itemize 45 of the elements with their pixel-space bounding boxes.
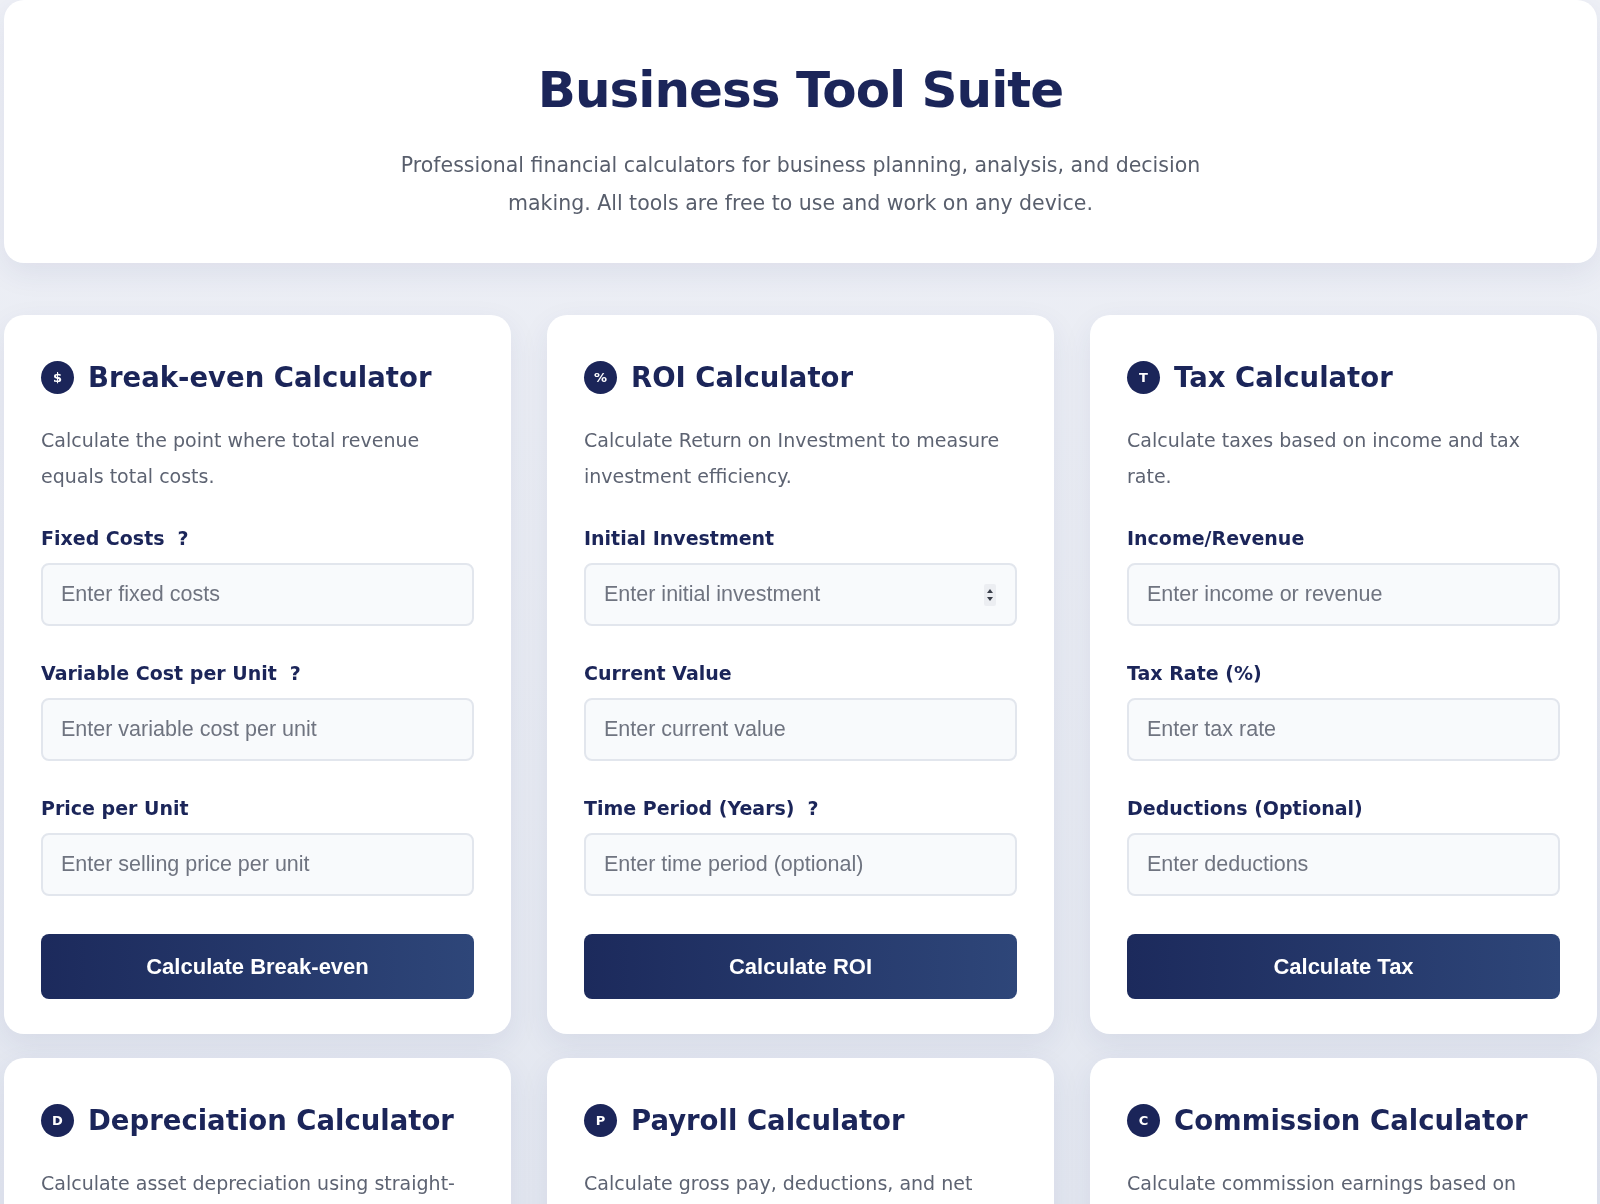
page-subtitle: Professional financial calculators for business planning, analysis, and decision making. All tools are free to use and work on any device. [399,152,1202,217]
input-field[interactable]: Enter current value [584,698,1017,761]
input-field[interactable]: Enter initial investment [584,563,1017,626]
calculate-button[interactable]: Calculate Tax [1127,934,1560,999]
symbol-badge: % [584,360,617,394]
field-label: Tax Rate (%) [1127,661,1262,685]
card-description: Calculate taxes based on income and tax rate. [1127,428,1521,489]
symbol-badge: D [41,1103,74,1137]
card-title: Break-even Calculator [88,360,432,395]
field-label: Current Value [584,661,732,685]
input-field[interactable]: Enter time period (optional) [584,833,1017,896]
field-label: Time Period (Years) [584,796,795,820]
field-label: Variable Cost per Unit [41,661,277,685]
card-description: Calculate the point where total revenue equals total costs. [41,428,421,489]
symbol-badge: $ [41,360,74,394]
symbol-badge: P [584,1103,617,1137]
help-mark[interactable]: ? [177,526,189,550]
card-title: Depreciation Calculator [88,1103,454,1138]
card-description: Calculate Return on Investment to measure investment efficiency. [584,428,1001,489]
card-description: Calculate asset depreciation using straight- [41,1171,456,1196]
card-title: Tax Calculator [1174,360,1393,395]
field-label: Fixed Costs [41,526,165,550]
card-title: Commission Calculator [1174,1103,1528,1138]
help-mark[interactable]: ? [289,661,301,685]
calculate-button[interactable]: Calculate Break-even [41,934,474,999]
field-label: Initial Investment [584,526,775,550]
calculate-button[interactable]: Calculate ROI [584,934,1017,999]
input-field[interactable]: Enter income or revenue [1127,563,1560,626]
card-title: ROI Calculator [631,360,853,395]
symbol-badge: T [1127,360,1160,394]
input-field[interactable]: Enter fixed costs [41,563,474,626]
field-label: Price per Unit [41,796,189,820]
input-field[interactable]: Enter variable cost per unit [41,698,474,761]
card-title: Payroll Calculator [631,1103,905,1138]
card-description: Calculate commission earnings based on [1127,1171,1518,1196]
card-description: Calculate gross pay, deductions, and net [584,1171,974,1196]
field-label: Deductions (Optional) [1127,796,1363,820]
symbol-badge: C [1127,1103,1160,1137]
help-mark[interactable]: ? [807,796,819,820]
input-field[interactable]: Enter tax rate [1127,698,1560,761]
input-field[interactable]: Enter deductions [1127,833,1560,896]
spinner-icon[interactable] [984,583,996,606]
field-label: Income/Revenue [1127,526,1305,550]
input-field[interactable]: Enter selling price per unit [41,833,474,896]
page-title: Business Tool Suite [537,60,1064,120]
